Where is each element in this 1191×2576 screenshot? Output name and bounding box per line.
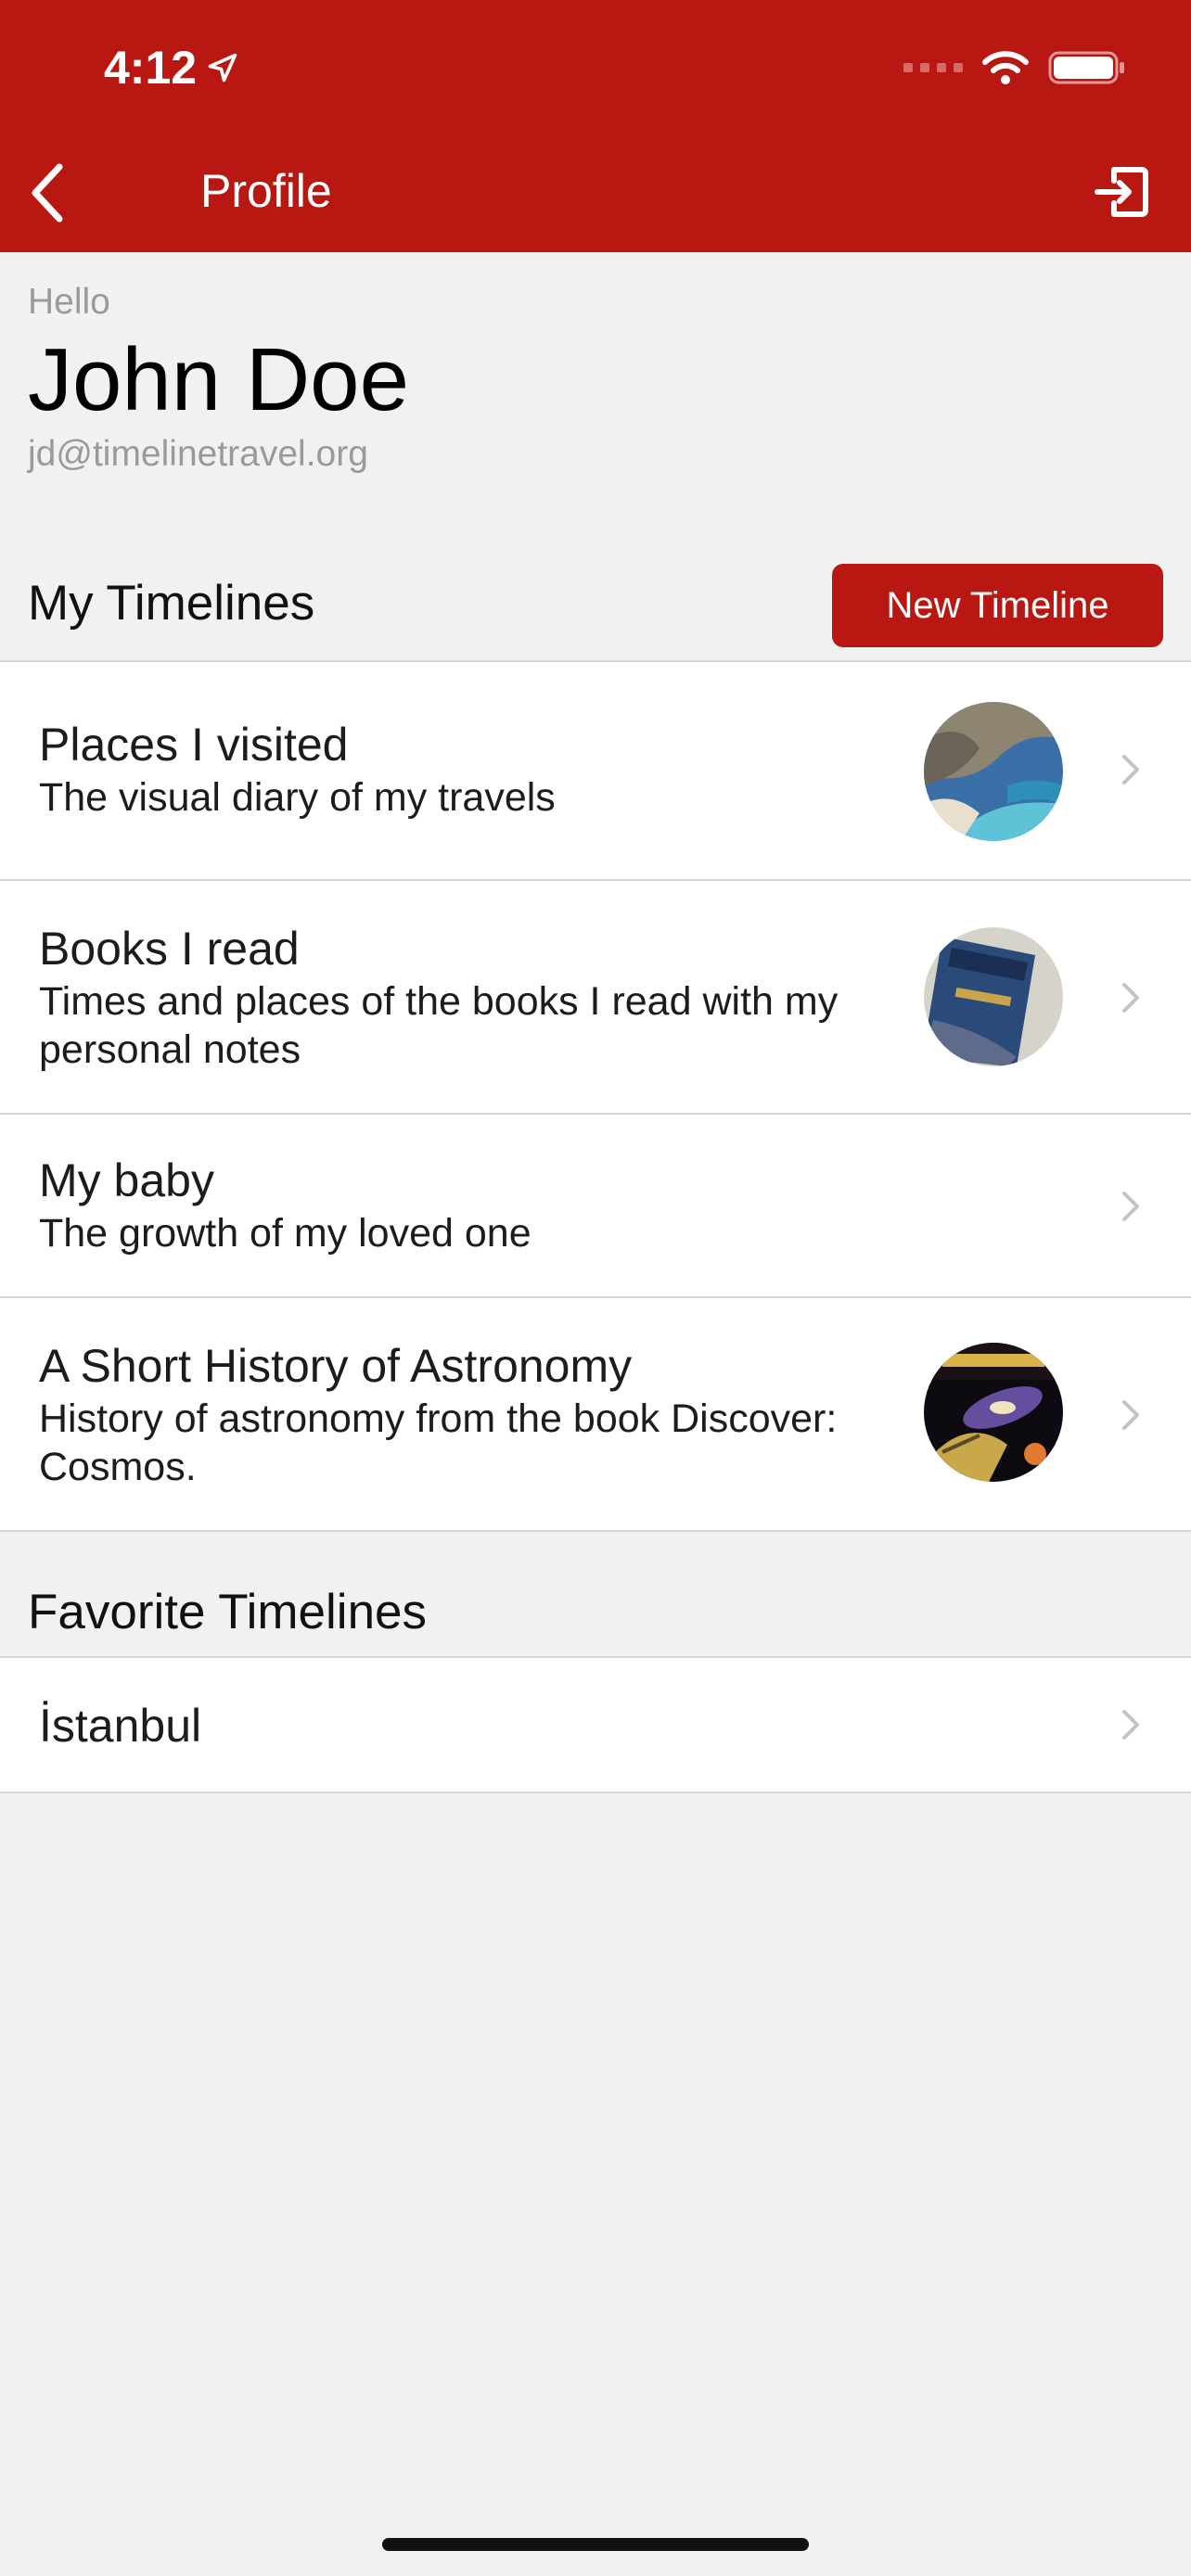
timeline-row-text: A Short History of Astronomy History of … [39,1339,874,1491]
timeline-subtitle: History of astronomy from the book Disco… [39,1396,838,1489]
timeline-title: A Short History of Astronomy [39,1340,633,1392]
chevron-right-icon [1122,983,1139,1013]
status-bar-icons [903,45,1126,91]
chevron-right-icon [1122,1710,1139,1740]
timeline-row[interactable]: Places I visited The visual diary of my … [0,662,1191,881]
chevron-right-icon [1122,1400,1139,1430]
timeline-row-text: İstanbul [39,1699,874,1753]
app-header: 4:12 Profile [0,0,1191,252]
chevron-left-icon [32,163,63,223]
timeline-subtitle: Times and places of the books I read wit… [39,979,839,1072]
logout-button[interactable] [1089,161,1154,223]
timeline-row-text: My baby The growth of my loved one [39,1154,874,1257]
signal-icon [903,63,963,72]
new-timeline-button[interactable]: New Timeline [832,564,1163,647]
favorite-timelines-heading: Favorite Timelines [28,1585,428,1639]
timeline-thumbnail [924,927,1063,1066]
status-time-label: 4:12 [104,42,198,94]
timeline-subtitle: The growth of my loved one [39,1211,531,1256]
timeline-title: Places I visited [39,719,349,771]
status-bar-time: 4:12 [104,35,239,100]
home-indicator[interactable] [382,2538,809,2551]
timeline-title: My baby [39,1154,214,1206]
user-name: John Doe [28,330,409,429]
timeline-thumbnail [924,702,1063,841]
timeline-subtitle: The visual diary of my travels [39,775,556,820]
greeting-label: Hello [28,282,110,322]
location-arrow-icon [208,53,237,83]
favorite-timeline-row[interactable]: İstanbul [0,1658,1191,1793]
chevron-right-icon [1122,755,1139,784]
timeline-row-text: Places I visited The visual diary of my … [39,718,874,822]
chevron-right-icon [1122,1192,1139,1221]
timeline-title: Books I read [39,923,300,975]
timeline-row[interactable]: A Short History of Astronomy History of … [0,1298,1191,1532]
my-timelines-list: Places I visited The visual diary of my … [0,660,1191,1532]
back-button[interactable] [19,156,74,230]
battery-icon [1048,51,1124,84]
favorite-timelines-list: İstanbul [0,1656,1191,1793]
page-title: Profile [200,165,332,217]
timeline-row[interactable]: Books I read Times and places of the boo… [0,881,1191,1115]
user-email: jd@timelinetravel.org [28,434,368,474]
timeline-row[interactable]: My baby The growth of my loved one [0,1115,1191,1298]
timeline-title: İstanbul [39,1700,202,1752]
timeline-row-text: Books I read Times and places of the boo… [39,922,874,1074]
timeline-thumbnail [924,1343,1063,1482]
wifi-icon [982,51,1029,84]
my-timelines-heading: My Timelines [28,576,315,631]
logout-icon [1095,167,1148,217]
